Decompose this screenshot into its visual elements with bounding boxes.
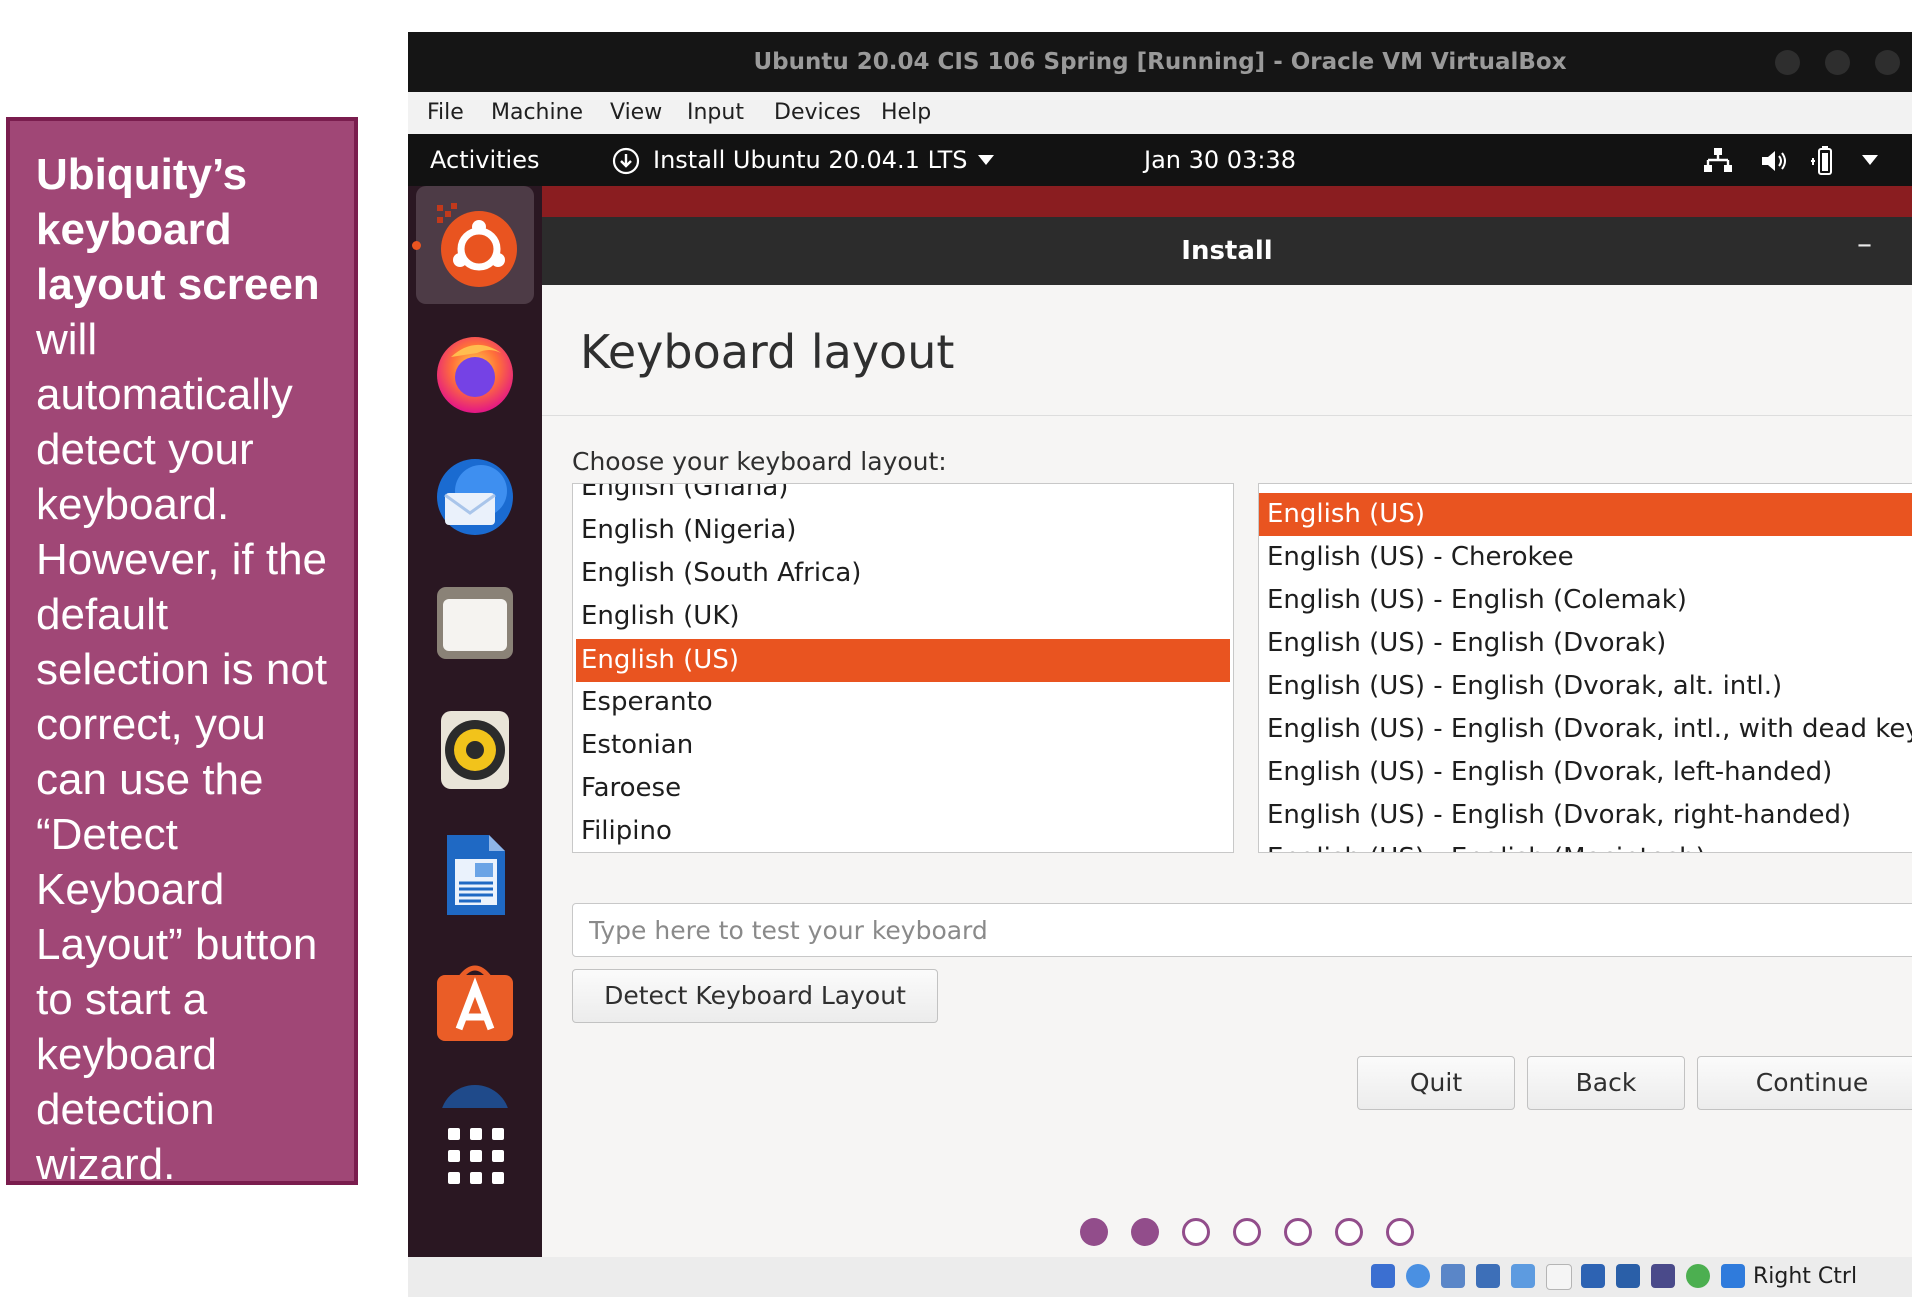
page-title: Keyboard layout (580, 325, 955, 379)
show-apps-button[interactable] (446, 1126, 506, 1186)
firefox-icon (437, 337, 513, 413)
progress-step-4 (1233, 1218, 1261, 1246)
detect-keyboard-layout-button[interactable]: Detect Keyboard Layout (572, 969, 938, 1023)
list-item[interactable]: Filipino (573, 810, 1233, 852)
virtualbox-window: Ubuntu 20.04 CIS 106 Spring [Running] - … (408, 32, 1912, 1297)
menu-input[interactable]: Input (687, 92, 744, 134)
menu-machine[interactable]: Machine (491, 92, 583, 134)
optical-drive-icon[interactable] (1406, 1264, 1430, 1288)
menu-devices[interactable]: Devices (774, 92, 861, 134)
video-capture-icon[interactable] (1616, 1264, 1640, 1288)
hard-disk-icon[interactable] (1371, 1264, 1395, 1288)
back-button[interactable]: Back (1527, 1056, 1685, 1110)
clock[interactable]: Jan 30 03:38 (1144, 134, 1296, 186)
help-icon (442, 1085, 508, 1108)
shared-folders-icon[interactable] (1546, 1264, 1572, 1290)
list-item[interactable]: Faroese (573, 767, 1233, 810)
dock-thunderbird[interactable] (416, 438, 534, 556)
list-item[interactable]: English (US) - English (Dvorak, left-han… (1259, 751, 1912, 794)
chevron-down-icon (978, 155, 994, 165)
progress-step-1 (1080, 1218, 1108, 1246)
rhythmbox-icon (441, 711, 509, 789)
minimize-window-button[interactable] (1775, 50, 1800, 75)
callout-box: Ubiquity’s keyboard layout screen will a… (6, 117, 358, 1189)
dock-rhythmbox[interactable] (416, 690, 534, 808)
installer-window: Install – Keyboard layout Choose your ke… (542, 217, 1912, 1257)
gnome-topbar: Activities Install Ubuntu 20.04.1 LTS Ja… (408, 134, 1912, 186)
installer-headerbar: Install – (542, 217, 1912, 285)
network-icon[interactable] (1704, 147, 1732, 173)
progress-step-3 (1182, 1218, 1210, 1246)
callout-bold-text: Ubiquity’s keyboard layout screen (36, 150, 320, 309)
software-center-icon (437, 965, 513, 1041)
dock-software-center[interactable] (416, 942, 534, 1060)
list-item[interactable]: English (US) - English (Dvorak, alt. int… (1259, 665, 1912, 708)
download-icon (612, 147, 640, 175)
libreoffice-writer-icon (447, 835, 505, 915)
keyboard-test-input[interactable] (572, 903, 1912, 957)
progress-step-7 (1386, 1218, 1414, 1246)
usb-icon[interactable] (1511, 1264, 1535, 1288)
dock (408, 186, 542, 1257)
show-apps-icon (448, 1128, 504, 1184)
continue-button[interactable]: Continue (1697, 1056, 1912, 1110)
running-indicator (412, 241, 421, 250)
list-item[interactable]: English (UK) (573, 595, 1233, 638)
list-item[interactable]: Estonian (573, 724, 1233, 767)
display-icon[interactable] (1581, 1264, 1605, 1288)
list-item[interactable]: English (South Africa) (573, 552, 1233, 595)
list-item-selected[interactable]: English (US) (576, 639, 1230, 682)
layout-list[interactable]: English (Ghana) English (Nigeria) Englis… (572, 483, 1234, 853)
callout-body-text: will automatically detect your keyboard.… (36, 315, 328, 1189)
progress-step-5 (1284, 1218, 1312, 1246)
list-item[interactable]: English (US) - English (Dvorak, right-ha… (1259, 794, 1912, 837)
thunderbird-icon (437, 459, 513, 535)
battery-icon[interactable] (1810, 146, 1840, 176)
dock-files[interactable] (416, 564, 534, 682)
dock-ubuntu-installer[interactable] (412, 186, 534, 304)
ubuntu-installer-icon (437, 203, 517, 287)
progress-step-2 (1131, 1218, 1159, 1246)
activities-button[interactable]: Activities (430, 134, 540, 186)
list-item[interactable]: English (US) - English (Macintosh) (1259, 837, 1912, 852)
volume-icon[interactable] (1760, 148, 1790, 174)
divider (542, 415, 1912, 416)
list-item[interactable]: English (US) - English (Dvorak) (1259, 622, 1912, 665)
mouse-integration-icon[interactable] (1721, 1264, 1745, 1288)
menu-file[interactable]: File (427, 92, 464, 134)
list-item[interactable]: English (Ghana) (573, 484, 1233, 509)
dock-libreoffice-writer[interactable] (416, 816, 534, 934)
system-menu-chevron-icon[interactable] (1862, 155, 1878, 165)
maximize-window-button[interactable] (1825, 50, 1850, 75)
list-item[interactable]: English (US) - Cherokee (1259, 536, 1912, 579)
close-window-button[interactable] (1875, 50, 1900, 75)
vm-menubar: File Machine View Input Devices Help (408, 92, 1912, 135)
choose-layout-label: Choose your keyboard layout: (572, 447, 947, 476)
virtualbox-statusbar: Right Ctrl (408, 1257, 1912, 1297)
vm-titlebar: Ubuntu 20.04 CIS 106 Spring [Running] - … (408, 32, 1912, 92)
guest-additions-icon[interactable] (1686, 1264, 1710, 1288)
vm-window-title: Ubuntu 20.04 CIS 106 Spring [Running] - … (753, 49, 1567, 75)
variant-list[interactable]: English (US) English (US) - Cherokee Eng… (1258, 483, 1912, 853)
progress-step-6 (1335, 1218, 1363, 1246)
installer-minimize-button[interactable]: – (1857, 227, 1872, 262)
files-icon (437, 587, 513, 659)
dock-help[interactable] (416, 1068, 534, 1108)
menu-help[interactable]: Help (881, 92, 931, 134)
list-item[interactable]: English (US) - English (Colemak) (1259, 579, 1912, 622)
installer-window-title: Install (1181, 236, 1273, 266)
cpu-icon[interactable] (1651, 1264, 1675, 1288)
quit-button[interactable]: Quit (1357, 1056, 1515, 1110)
app-menu[interactable]: Install Ubuntu 20.04.1 LTS (653, 134, 968, 186)
list-item-selected[interactable]: English (US) (1259, 493, 1912, 536)
list-item[interactable]: English (US) - English (Dvorak, intl., w… (1259, 708, 1912, 751)
list-item[interactable]: English (Nigeria) (573, 509, 1233, 552)
dock-firefox[interactable] (416, 312, 534, 430)
network-adapter-icon[interactable] (1476, 1264, 1500, 1288)
audio-icon[interactable] (1441, 1264, 1465, 1288)
list-item[interactable]: Esperanto (573, 681, 1233, 724)
menu-view[interactable]: View (610, 92, 662, 134)
host-key-label: Right Ctrl (1753, 1264, 1858, 1289)
